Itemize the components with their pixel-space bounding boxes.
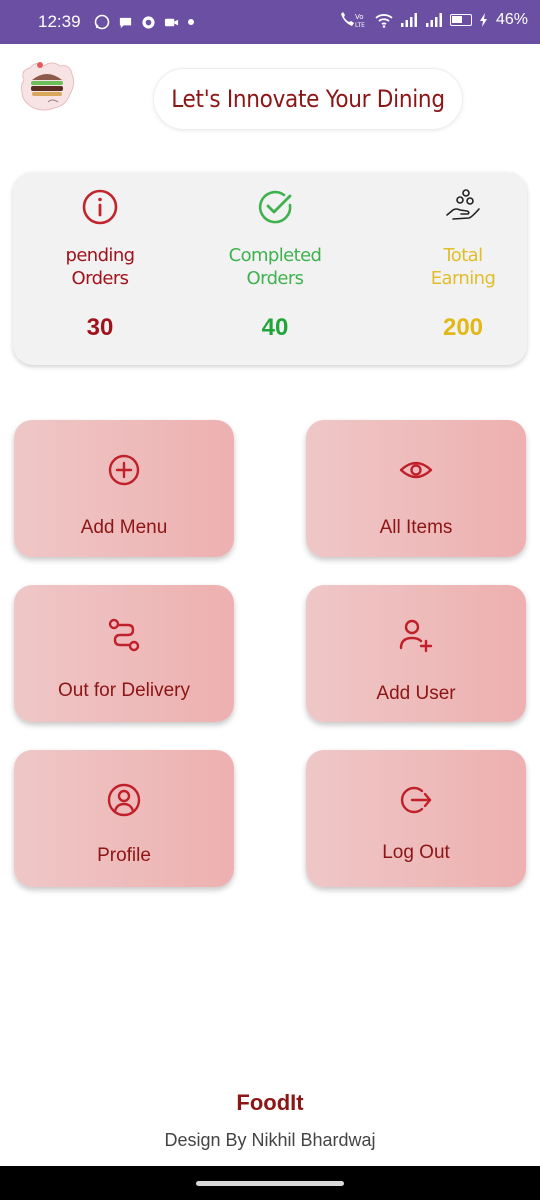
plus-circle-icon (108, 454, 140, 486)
notification-icon (142, 15, 155, 29)
out-for-delivery-button[interactable]: Out for Delivery (14, 585, 234, 722)
stat-label-line2: Orders (246, 268, 305, 289)
volte-call-icon: VoLTE (340, 12, 365, 29)
tile-label: Add User (376, 683, 456, 704)
video-icon (164, 18, 179, 26)
svg-text:Vo: Vo (355, 13, 364, 21)
header-banner: Let's Innovate Your Dining (153, 68, 463, 130)
footer-credit: Design By Nikhil Bhardwaj (164, 1130, 376, 1150)
stat-label: pending Orders (25, 244, 175, 290)
user-plus-icon (399, 619, 433, 653)
page-title: Let's Innovate Your Dining (171, 85, 445, 113)
home-indicator[interactable] (196, 1181, 344, 1186)
burger-logo-icon (20, 62, 75, 111)
system-icons: Vo LTE 46% (338, 11, 528, 29)
tile-label: Profile (97, 845, 151, 866)
user-circle-icon (107, 783, 141, 817)
stat-label-line1: Total (443, 245, 483, 266)
coins-hand-icon (446, 189, 480, 220)
wifi-icon (375, 14, 393, 28)
tile-label: All Items (379, 517, 453, 538)
stat-value: 30 (86, 314, 114, 341)
stat-label-line2: Orders (71, 268, 130, 289)
add-user-button[interactable]: Add User (306, 585, 526, 722)
log-out-button[interactable]: Log Out (306, 750, 526, 887)
logout-icon (400, 786, 432, 814)
all-items-button[interactable]: All Items (306, 420, 526, 557)
navigation-bar (0, 1166, 540, 1200)
charging-icon (479, 13, 487, 27)
stat-label-line1: Completed (228, 245, 322, 266)
whatsapp-icon (94, 14, 110, 30)
profile-button[interactable]: Profile (14, 750, 234, 887)
battery-percent: 46% (495, 11, 528, 28)
tile-label: Log Out (382, 842, 450, 863)
svg-text:LTE: LTE (355, 22, 365, 29)
signal-icon (425, 13, 442, 27)
notification-icons (94, 14, 195, 30)
stat-label-line1: pending (65, 245, 136, 266)
stat-value: 200 (442, 314, 484, 341)
footer-brand: FoodIt (236, 1090, 304, 1115)
check-circle-icon (258, 190, 292, 224)
status-bar: 12:39 Vo LTE 46% (0, 0, 540, 44)
battery-icon (449, 14, 472, 26)
add-menu-button[interactable]: Add Menu (14, 420, 234, 557)
info-icon (82, 189, 118, 225)
status-time: 12:39 (38, 12, 81, 31)
stat-label-line2: Earning (430, 268, 496, 289)
eye-icon (399, 461, 433, 479)
dot-icon (188, 19, 194, 25)
chat-icon (119, 17, 132, 28)
app-logo (14, 58, 80, 116)
signal-icon (400, 13, 417, 27)
tile-label: Out for Delivery (58, 680, 190, 701)
stat-label: Completed Orders (200, 244, 350, 290)
route-icon (108, 618, 140, 652)
stat-value: 40 (261, 314, 289, 341)
stats-card: pending Orders 30 Completed Orders 40 To… (13, 172, 527, 365)
tile-label: Add Menu (80, 517, 168, 538)
stat-label: Total Earning (388, 244, 538, 290)
